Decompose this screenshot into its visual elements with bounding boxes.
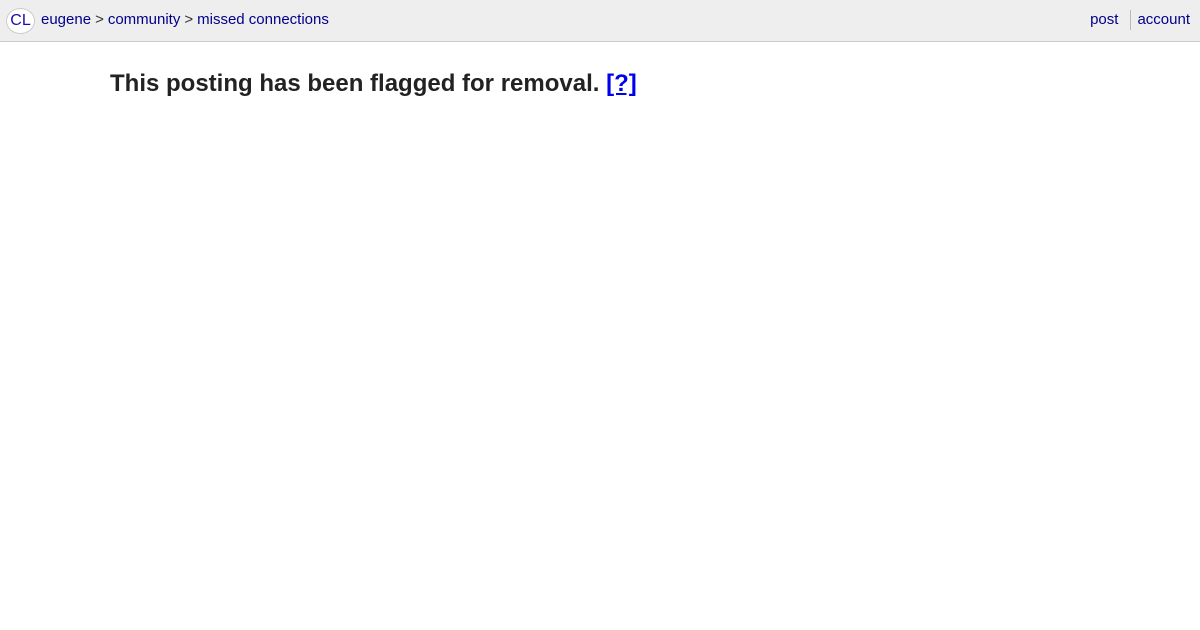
top-bar: CL eugene > community > missed connections p… bbox=[0, 0, 1200, 42]
removal-message: This posting has been flagged for remova… bbox=[110, 70, 600, 97]
post-link[interactable]: post bbox=[1090, 10, 1130, 30]
breadcrumb-separator: > bbox=[184, 11, 194, 28]
breadcrumb-section-link[interactable]: community bbox=[108, 11, 181, 28]
account-link[interactable]: account bbox=[1131, 10, 1190, 30]
breadcrumb: eugene > community > missed connections bbox=[41, 11, 329, 29]
removal-notice: This posting has been flagged for remova… bbox=[110, 66, 637, 102]
breadcrumb-category-link[interactable]: missed connections bbox=[197, 11, 329, 28]
breadcrumb-separator: > bbox=[95, 11, 104, 28]
help-link[interactable]: [?] bbox=[606, 70, 637, 97]
craigslist-logo[interactable]: CL bbox=[6, 8, 35, 34]
breadcrumb-city-link[interactable]: eugene bbox=[41, 11, 91, 28]
user-links: post account bbox=[1090, 10, 1190, 30]
